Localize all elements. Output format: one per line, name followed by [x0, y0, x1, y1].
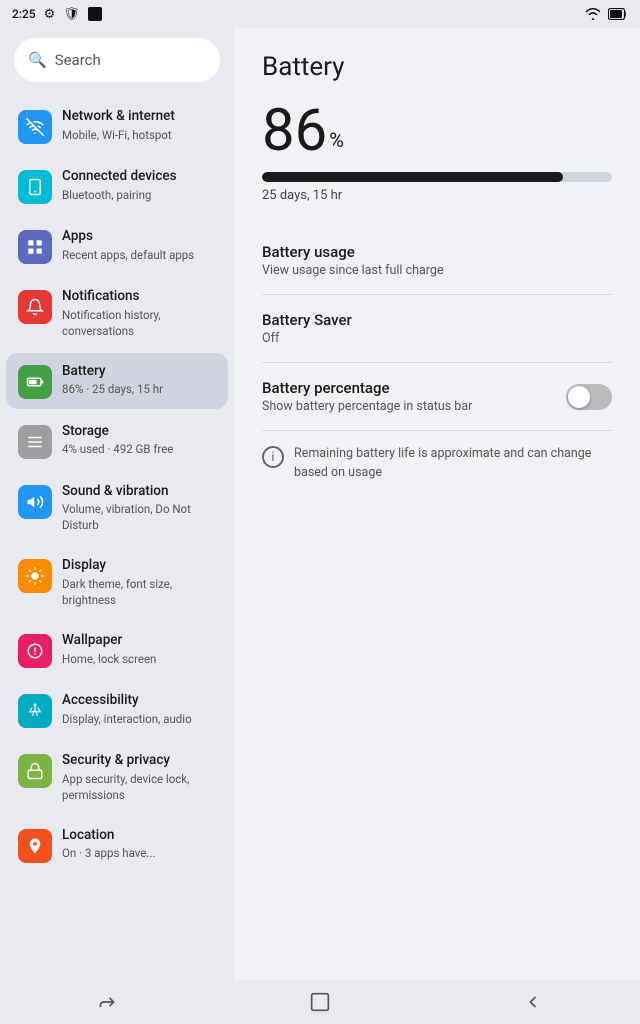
content-area: Battery 86 % 25 days, 15 hr Battery usag…	[234, 28, 640, 980]
battery-percentage-text: Battery percentage Show battery percenta…	[262, 379, 472, 414]
status-time: 2:25	[12, 7, 36, 21]
battery-menu-icon	[18, 365, 52, 399]
battery-saver-text: Battery Saver Off	[262, 311, 352, 346]
search-bar[interactable]: 🔍 Search	[14, 38, 220, 82]
battery-percent-row: 86 %	[262, 102, 612, 160]
battery-saver-subtitle: Off	[262, 331, 352, 346]
battery-saver-title: Battery Saver	[262, 311, 352, 329]
sidebar-item-display[interactable]: Display Dark theme, font size, brightnes…	[6, 547, 228, 618]
sidebar-item-connected[interactable]: Connected devices Bluetooth, pairing	[6, 158, 228, 214]
security-icon	[18, 754, 52, 788]
battery-percentage-value: 86	[262, 102, 327, 160]
nav-recent-button[interactable]	[87, 982, 127, 1022]
battery-percent-symbol: %	[329, 128, 344, 152]
battery-usage-title: Battery usage	[262, 243, 444, 261]
sidebar-item-security[interactable]: Security & privacy App security, device …	[6, 742, 228, 813]
battery-usage-row[interactable]: Battery usage View usage since last full…	[262, 227, 612, 295]
display-text: Display Dark theme, font size, brightnes…	[62, 557, 216, 608]
accessibility-text: Accessibility Display, interaction, audi…	[62, 692, 216, 727]
status-left: 2:25 ⚙ 🛡	[12, 7, 102, 22]
battery-usage-header: Battery usage View usage since last full…	[262, 243, 612, 278]
sidebar-item-notifications[interactable]: Notifications Notification history, conv…	[6, 278, 228, 349]
connected-text: Connected devices Bluetooth, pairing	[62, 168, 216, 203]
sidebar-item-sound[interactable]: Sound & vibration Volume, vibration, Do …	[6, 473, 228, 544]
square-icon	[88, 7, 102, 21]
status-right	[584, 5, 628, 24]
search-icon: 🔍	[28, 51, 47, 69]
wallpaper-text: Wallpaper Home, lock screen	[62, 632, 216, 667]
battery-saver-row[interactable]: Battery Saver Off	[262, 295, 612, 363]
network-icon	[18, 110, 52, 144]
battery-text: Battery 86% · 25 days, 15 hr	[62, 363, 216, 398]
info-text: Remaining battery life is approximate an…	[294, 445, 612, 483]
battery-percentage-row[interactable]: Battery percentage Show battery percenta…	[262, 363, 612, 431]
status-bar: 2:25 ⚙ 🛡	[0, 0, 640, 28]
battery-percentage-subtitle: Show battery percentage in status bar	[262, 399, 472, 414]
shield-icon: 🛡	[63, 7, 80, 22]
display-icon	[18, 559, 52, 593]
sidebar-item-storage[interactable]: Storage 4% used · 492 GB free	[6, 413, 228, 469]
sound-text: Sound & vibration Volume, vibration, Do …	[62, 483, 216, 534]
battery-progress-bar	[262, 172, 612, 182]
sound-icon	[18, 485, 52, 519]
battery-percentage-header: Battery percentage Show battery percenta…	[262, 379, 612, 414]
sidebar-item-location[interactable]: Location On · 3 apps have...	[6, 817, 228, 873]
battery-usage-text: Battery usage View usage since last full…	[262, 243, 444, 278]
bottom-nav	[0, 980, 640, 1024]
sidebar-item-accessibility[interactable]: Accessibility Display, interaction, audi…	[6, 682, 228, 738]
battery-progress-fill	[262, 172, 563, 182]
search-label: Search	[55, 51, 101, 69]
notifications-icon	[18, 290, 52, 324]
connected-icon	[18, 170, 52, 204]
battery-percentage-toggle[interactable]	[566, 384, 612, 410]
sidebar-item-network[interactable]: Network & internet Mobile, Wi-Fi, hotspo…	[6, 98, 228, 154]
apps-icon	[18, 230, 52, 264]
sidebar-item-wallpaper[interactable]: Wallpaper Home, lock screen	[6, 622, 228, 678]
battery-usage-subtitle: View usage since last full charge	[262, 263, 444, 278]
main-layout: 🔍 Search Network & internet Mobile, Wi-F…	[0, 28, 640, 980]
sidebar-item-battery[interactable]: Battery 86% · 25 days, 15 hr	[6, 353, 228, 409]
nav-back-button[interactable]	[513, 982, 553, 1022]
storage-icon	[18, 425, 52, 459]
sidebar: 🔍 Search Network & internet Mobile, Wi-F…	[0, 28, 234, 980]
security-text: Security & privacy App security, device …	[62, 752, 216, 803]
page-title: Battery	[262, 52, 612, 82]
wifi-icon	[584, 5, 602, 24]
network-text: Network & internet Mobile, Wi-Fi, hotspo…	[62, 108, 216, 143]
accessibility-icon	[18, 694, 52, 728]
battery-saver-header: Battery Saver Off	[262, 311, 612, 346]
location-text: Location On · 3 apps have...	[62, 827, 216, 862]
apps-text: Apps Recent apps, default apps	[62, 228, 216, 263]
sidebar-item-apps[interactable]: Apps Recent apps, default apps	[6, 218, 228, 274]
battery-time-remaining: 25 days, 15 hr	[262, 188, 612, 203]
location-icon	[18, 829, 52, 863]
battery-percentage-title: Battery percentage	[262, 379, 472, 397]
battery-icon	[608, 5, 628, 24]
wallpaper-icon	[18, 634, 52, 668]
storage-text: Storage 4% used · 492 GB free	[62, 423, 216, 458]
nav-home-button[interactable]	[300, 982, 340, 1022]
notifications-text: Notifications Notification history, conv…	[62, 288, 216, 339]
info-icon: i	[262, 446, 284, 468]
settings-icon: ⚙	[44, 7, 56, 22]
info-row: i Remaining battery life is approximate …	[262, 431, 612, 483]
